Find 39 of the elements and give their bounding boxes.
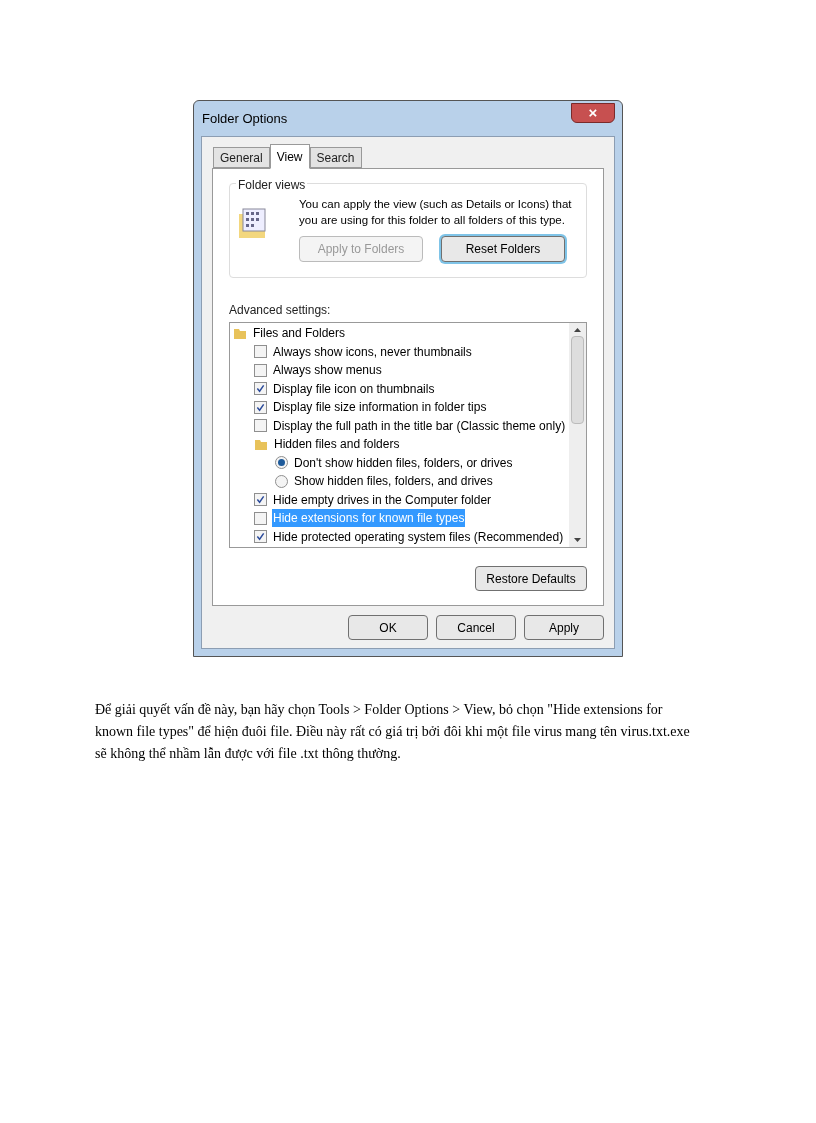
section-label: Advanced settings: bbox=[229, 302, 332, 319]
setting-label[interactable]: Always show icons, never thumbnails bbox=[272, 342, 473, 361]
folder-icon bbox=[254, 437, 268, 452]
setting-label[interactable]: Hide protected operating system files (Recommended) bbox=[272, 527, 565, 546]
view-button[interactable]: Reset Folders bbox=[441, 236, 565, 262]
dialog-button[interactable]: Apply bbox=[524, 615, 604, 640]
setting-label[interactable]: Hidden files and folders bbox=[273, 435, 401, 454]
tab[interactable]: Search bbox=[309, 147, 362, 168]
setting-label[interactable]: Hide empty drives in the Computer folder bbox=[272, 490, 493, 509]
setting-label[interactable]: Don't show hidden files, folders, or drives bbox=[293, 453, 514, 472]
setting-label[interactable]: Always show menus bbox=[272, 361, 383, 380]
checkbox[interactable] bbox=[254, 345, 267, 359]
checkbox[interactable] bbox=[254, 493, 267, 507]
body-paragraph: Để giải quyết vấn đề này, bạn hãy chọn Tools > Folder Options > View, bỏ chọn "Hide extensions for known file types" để hiện đuôi file. Điều này rất có giá trị bởi đôi khi một file virus mang tên virus.txt.exe sẽ không thể nhầm lẫn được với file .txt thông thường. bbox=[95, 701, 691, 763]
window-title: Folder Options bbox=[202, 109, 288, 128]
checkbox[interactable] bbox=[254, 511, 267, 525]
checkbox[interactable] bbox=[254, 400, 267, 414]
folder-icon bbox=[233, 326, 247, 341]
setting-label[interactable]: Display file size information in folder tips bbox=[272, 398, 488, 417]
checkbox[interactable] bbox=[254, 363, 267, 377]
scroll-up-icon[interactable] bbox=[574, 328, 581, 332]
radio-button[interactable] bbox=[275, 456, 288, 470]
restore-defaults-button[interactable]: Restore Defaults bbox=[475, 566, 587, 591]
setting-label[interactable]: Display the full path in the title bar (Classic theme only) bbox=[272, 416, 567, 435]
close-button[interactable]: × bbox=[571, 102, 615, 123]
scroll-down-icon[interactable] bbox=[574, 538, 581, 542]
scrollbar[interactable] bbox=[569, 323, 586, 547]
dialog-button[interactable]: OK bbox=[348, 615, 428, 640]
tab[interactable]: View bbox=[269, 144, 310, 169]
dialog-button[interactable]: Cancel bbox=[436, 615, 516, 640]
checkbox[interactable] bbox=[254, 382, 267, 396]
setting-label[interactable]: Display file icon on thumbnails bbox=[272, 379, 436, 398]
setting-label[interactable]: Files and Folders bbox=[252, 324, 347, 343]
checkbox[interactable] bbox=[254, 419, 267, 433]
tab[interactable]: General bbox=[213, 147, 270, 168]
radio-button[interactable] bbox=[275, 474, 288, 488]
description-text: You can apply the view (such as Details or Icons) that you are using for this folder to all folders of this type. bbox=[299, 197, 573, 228]
checkbox[interactable] bbox=[254, 530, 267, 544]
setting-label[interactable]: Show hidden files, folders, and drives bbox=[293, 472, 494, 491]
